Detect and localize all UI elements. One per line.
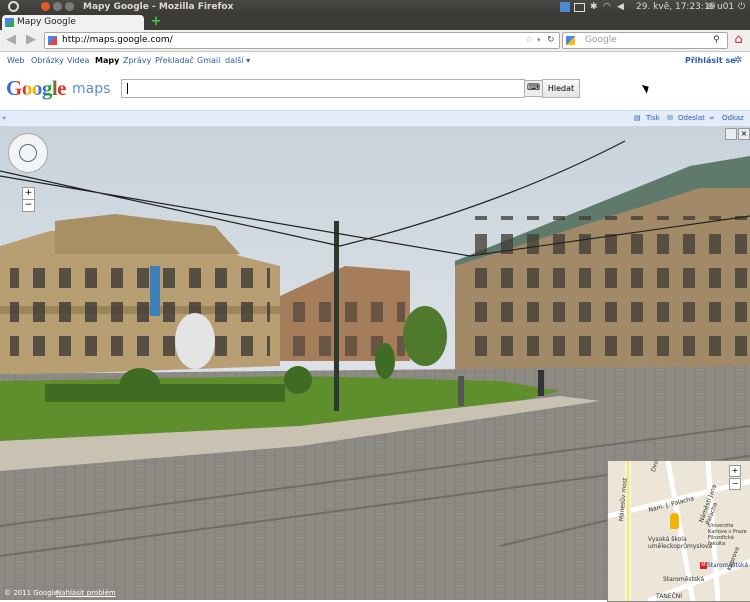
gbar-news[interactable]: Zprávy xyxy=(123,52,151,70)
mail-icon[interactable] xyxy=(574,3,585,12)
mini-map[interactable]: + − Dvořákovo Mánesův most Nám. J. Palac… xyxy=(607,460,750,602)
minimap-zoom-in-button[interactable]: + xyxy=(729,465,741,477)
gbar-translate[interactable]: Překladač xyxy=(155,52,194,70)
map-label-school: Vysoká škola uměleckoprůmyslová xyxy=(648,536,713,550)
fullscreen-icon[interactable] xyxy=(725,128,737,140)
google-logo[interactable]: Google xyxy=(6,76,67,101)
volume-icon[interactable]: ◀ xyxy=(617,1,624,13)
copyright-text: © 2011 Google xyxy=(4,589,58,597)
keyboard-icon[interactable]: ⌨ xyxy=(524,80,543,97)
gbar-web[interactable]: Web xyxy=(7,52,24,70)
back-button[interactable]: ◀ xyxy=(4,33,18,47)
maps-search-input[interactable] xyxy=(121,79,525,98)
reload-icon[interactable]: ↻ xyxy=(547,33,555,48)
minimize-window-button[interactable] xyxy=(53,2,62,11)
bluetooth-icon[interactable]: ✱ xyxy=(590,1,598,13)
url-bar[interactable]: http://maps.google.com/ ☆ ▾ ↻ xyxy=(44,32,560,49)
map-toolbar: » ▤ Tisk ✉ Odeslat ∞ Odkaz xyxy=(0,110,750,127)
power-icon[interactable]: ⏻ xyxy=(738,1,745,13)
bookmark-star-icon[interactable]: ☆ xyxy=(525,33,533,48)
zoom-out-button[interactable]: − xyxy=(22,199,35,212)
forward-button[interactable]: ▶ xyxy=(24,33,38,47)
google-favicon-icon xyxy=(5,18,14,27)
compass-icon[interactable] xyxy=(19,144,37,162)
system-panel: Mapy Google - Mozilla Firefox ✱ ◠ ◀ 29. … xyxy=(0,0,750,14)
dropdown-icon[interactable]: ▾ xyxy=(537,33,541,48)
user-name[interactable]: u01 xyxy=(717,1,734,13)
close-window-button[interactable] xyxy=(41,2,50,11)
settings-gear-icon[interactable]: ✲ xyxy=(734,52,742,70)
print-link[interactable]: Tisk xyxy=(646,111,660,126)
mail-send-icon[interactable]: ✉ xyxy=(667,111,673,126)
maximize-window-button[interactable] xyxy=(65,2,74,11)
home-button[interactable]: ⌂ xyxy=(731,32,746,47)
gbar-gmail[interactable]: Gmail xyxy=(197,52,220,70)
signin-link[interactable]: Přihlásit se xyxy=(685,52,736,70)
browser-tab[interactable]: Mapy Google xyxy=(2,15,144,30)
url-text: http://maps.google.com/ xyxy=(62,35,173,45)
map-label-faculty: Univerzita Karlova v Praze Filozofická f… xyxy=(708,523,747,547)
pan-control[interactable] xyxy=(8,133,48,173)
report-problem-link[interactable]: Nahlásit problém xyxy=(56,589,116,597)
google-bar: Web Obrázky Videa Mapy Zprávy Překladač … xyxy=(0,52,750,70)
ubuntu-logo-icon[interactable] xyxy=(8,1,19,12)
map-label-metro-street: Staroměstská xyxy=(663,576,705,583)
maps-logo-suffix: maps xyxy=(72,81,111,97)
tab-title: Mapy Google xyxy=(17,17,76,27)
site-identity-icon xyxy=(48,36,57,45)
text-cursor xyxy=(127,83,128,94)
wifi-icon[interactable]: ◠ xyxy=(603,1,611,13)
map-label-tanecni: TANEČNÍ xyxy=(656,593,683,600)
link-icon[interactable]: ∞ xyxy=(709,111,715,126)
clock[interactable]: 29. kvě, 17:23:19 xyxy=(636,1,715,13)
window-title: Mapy Google - Mozilla Firefox xyxy=(83,2,234,12)
search-button[interactable]: Hledat xyxy=(542,79,580,98)
mouse-pointer-icon xyxy=(641,82,652,94)
send-link[interactable]: Odeslat xyxy=(678,111,705,126)
search-engine-icon[interactable] xyxy=(566,36,575,45)
gbar-maps[interactable]: Mapy xyxy=(95,52,119,70)
google-logo-text: Google xyxy=(6,76,67,100)
pegman-icon[interactable] xyxy=(670,513,679,529)
print-icon[interactable]: ▤ xyxy=(634,111,641,126)
gbar-videos[interactable]: Videa xyxy=(67,52,89,70)
network-icon[interactable] xyxy=(560,2,570,12)
metro-icon: M xyxy=(700,562,707,569)
web-search-bar[interactable]: Google ⚲ xyxy=(562,32,728,49)
gbar-images[interactable]: Obrázky xyxy=(31,52,64,70)
link-link[interactable]: Odkaz xyxy=(722,111,744,126)
collapse-panel-icon[interactable]: » xyxy=(2,111,6,126)
close-streetview-icon[interactable]: × xyxy=(738,128,750,140)
minimap-zoom-out-button[interactable]: − xyxy=(729,478,741,490)
new-tab-button[interactable]: + xyxy=(150,15,162,28)
search-placeholder: Google xyxy=(585,35,617,45)
gbar-more[interactable]: další ▾ xyxy=(225,52,250,70)
user-icon[interactable]: ⊗ xyxy=(706,1,714,13)
search-icon[interactable]: ⚲ xyxy=(713,33,720,48)
